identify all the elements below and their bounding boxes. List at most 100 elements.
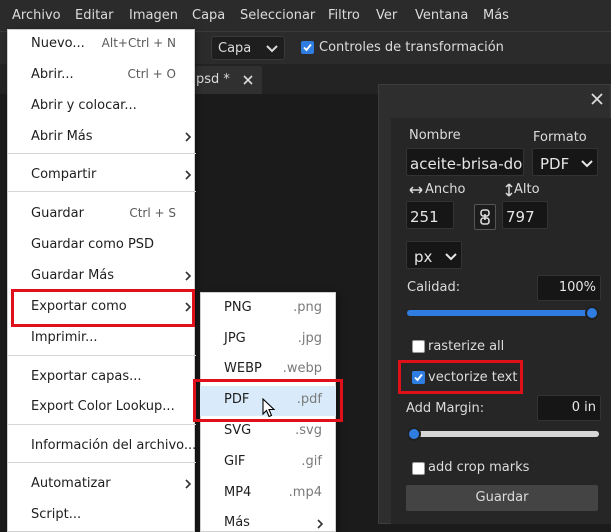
menu-item-label: Guardar como PSD [31, 237, 155, 252]
export-option-label: WEBP [224, 361, 262, 376]
menu-separator [8, 355, 196, 356]
menu-item-label: Automatizar [31, 476, 111, 491]
layer-select[interactable]: Capa [211, 36, 285, 60]
menu-item-abrir[interactable]: Abrir... Ctrl + O [8, 61, 193, 89]
unit-select-value: px [414, 248, 433, 266]
chevron-down-icon [445, 253, 457, 261]
export-option-extension: .jpg [297, 331, 322, 346]
margin-input[interactable]: 0 in [537, 395, 601, 421]
export-option-extension: .webp [282, 361, 322, 376]
menu-item-label: Export Color Lookup... [31, 399, 175, 414]
menu-item-abrir-y-colocar[interactable]: Abrir y colocar... [8, 92, 193, 120]
document-tab[interactable]: psd * [190, 66, 262, 94]
name-input[interactable]: aceite-brisa-dor [406, 148, 524, 176]
menu-mas[interactable]: Más [483, 8, 509, 23]
menu-item-guardar-como-psd[interactable]: Guardar como PSD [8, 231, 193, 259]
mouse-cursor-icon [262, 398, 276, 418]
vectorize-highlight-box [398, 360, 523, 394]
rasterize-all-checkbox[interactable] [412, 340, 425, 353]
menu-item-información-del-archivo[interactable]: Información del archivo... [8, 432, 196, 460]
menu-item-compartir[interactable]: Compartir [8, 161, 193, 189]
export-option-jpg[interactable]: JPG .jpg [200, 325, 336, 355]
menu-capa[interactable]: Capa [192, 8, 225, 23]
width-arrows-icon [409, 186, 423, 194]
width-label: Ancho [425, 182, 466, 197]
menu-separator [8, 191, 196, 192]
export-option-más[interactable]: Más [200, 509, 336, 532]
export-option-extension: .gif [301, 454, 322, 469]
export-option-png[interactable]: PNG .png [200, 294, 336, 324]
menu-item-label: Guardar Más [31, 268, 115, 283]
close-icon[interactable] [590, 92, 604, 106]
menu-item-automatizar[interactable]: Automatizar [8, 470, 193, 498]
menu-item-export-color-lookup[interactable]: Export Color Lookup... [8, 393, 193, 421]
close-icon[interactable] [242, 74, 254, 86]
export-option-label: Más [224, 515, 250, 530]
menu-bar: Archivo Editar Imagen Capa Seleccionar F… [0, 0, 611, 32]
chain-link-icon [480, 209, 490, 225]
menu-item-guardar-más[interactable]: Guardar Más [8, 262, 193, 290]
export-option-extension: .mp4 [288, 485, 322, 500]
menu-item-label: Abrir... [31, 67, 74, 82]
menu-imagen[interactable]: Imagen [129, 8, 178, 23]
height-input[interactable]: 797 [502, 201, 548, 229]
export-option-mp4[interactable]: MP4 .mp4 [200, 479, 336, 509]
width-input[interactable]: 251 [406, 201, 454, 229]
chevron-right-icon [185, 479, 192, 489]
menu-item-guardar[interactable]: Guardar Ctrl + S [8, 200, 193, 228]
quality-label: Calidad: [407, 280, 461, 295]
export-option-label: SVG [224, 423, 252, 438]
menu-editar[interactable]: Editar [75, 8, 114, 23]
chevron-right-icon [317, 519, 324, 529]
transform-controls-label: Controles de transformación [319, 40, 504, 55]
menu-item-exportar-capas[interactable]: Exportar capas... [8, 363, 193, 391]
quality-slider-track[interactable] [407, 310, 599, 316]
quality-input-value: 100% [558, 280, 596, 295]
margin-slider-track[interactable] [407, 431, 599, 437]
document-tab-title: psd * [196, 72, 230, 87]
menu-item-label: Script... [31, 507, 82, 522]
menu-item-script[interactable]: Script... [8, 501, 193, 529]
menu-item-label: Abrir Más [31, 129, 93, 144]
menu-filtro[interactable]: Filtro [328, 8, 360, 23]
unit-select[interactable]: px [406, 241, 462, 269]
menu-seleccionar[interactable]: Seleccionar [240, 8, 315, 23]
export-option-label: GIF [224, 454, 246, 469]
crop-marks-label: add crop marks [428, 460, 530, 475]
margin-slider-thumb[interactable] [407, 427, 421, 441]
menu-archivo[interactable]: Archivo [12, 8, 61, 23]
menu-item-abrir-más[interactable]: Abrir Más [8, 123, 193, 151]
menu-item-nuevo[interactable]: Nuevo... Alt+Ctrl + N [8, 30, 193, 58]
menu-item-label: Compartir [31, 167, 97, 182]
link-dimensions-button[interactable] [474, 204, 496, 230]
quality-input[interactable]: 100% [537, 275, 601, 301]
menu-item-label: Exportar capas... [31, 369, 142, 384]
format-select[interactable]: PDF [532, 148, 598, 176]
quality-slider-thumb[interactable] [585, 306, 599, 320]
rasterize-all-label: rasterize all [428, 339, 505, 354]
menu-item-shortcut: Alt+Ctrl + N [101, 36, 176, 50]
export-as-highlight-box [11, 289, 195, 327]
chevron-right-icon [185, 170, 192, 180]
menu-item-label: Nuevo... [31, 36, 85, 51]
chevron-right-icon [185, 132, 192, 142]
menu-item-label: Abrir y colocar... [31, 98, 137, 113]
crop-marks-checkbox[interactable] [412, 462, 425, 475]
width-input-value: 251 [410, 208, 439, 226]
menu-separator [8, 424, 196, 425]
height-label: Alto [514, 182, 540, 197]
menu-ver[interactable]: Ver [376, 8, 397, 23]
export-option-extension: .png [293, 300, 322, 315]
format-label: Formato [533, 130, 587, 145]
chevron-down-icon [266, 45, 278, 53]
height-arrows-icon [505, 183, 513, 197]
export-option-gif[interactable]: GIF .gif [200, 448, 336, 478]
check-icon [303, 43, 312, 52]
menu-item-imprimir[interactable]: Imprimir... [8, 324, 193, 352]
name-input-value: aceite-brisa-dor [410, 155, 524, 173]
menu-ventana[interactable]: Ventana [415, 8, 468, 23]
transform-controls-checkbox[interactable] [301, 41, 314, 54]
save-button[interactable]: Guardar [406, 485, 598, 511]
format-select-value: PDF [540, 155, 570, 173]
margin-input-value: 0 in [571, 400, 596, 415]
